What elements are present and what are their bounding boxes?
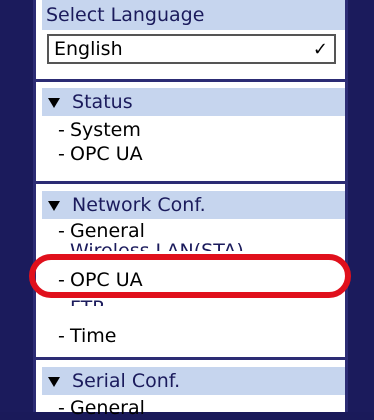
group-separator	[36, 357, 345, 360]
language-header: Select Language	[42, 0, 345, 30]
group-title-serial[interactable]: Serial Conf.	[42, 367, 345, 395]
language-selected-value: English	[54, 38, 123, 60]
sidebar-item-serial-general[interactable]: - General	[58, 396, 145, 420]
triangle-down-icon	[48, 97, 60, 108]
sidebar-panel: Select Language English ✓ Status - System…	[33, 0, 348, 419]
sidebar-item-time[interactable]: - Time	[58, 324, 117, 348]
chevron-down-icon: ✓	[312, 39, 328, 60]
triangle-down-icon	[48, 376, 60, 387]
highlight-ring	[29, 254, 351, 298]
group-title-status[interactable]: Status	[42, 88, 345, 116]
group-title-label: Network Conf.	[72, 194, 206, 216]
group-title-network[interactable]: Network Conf.	[42, 191, 345, 219]
left-frame	[0, 0, 33, 412]
language-select[interactable]: English ✓	[47, 34, 336, 64]
triangle-down-icon	[48, 200, 60, 211]
sidebar-item-wireless-lan[interactable]: - Wireless LAN(STA)	[58, 239, 244, 251]
sidebar-item-status-opc-ua[interactable]: - OPC UA	[58, 142, 143, 166]
right-frame	[348, 0, 374, 412]
group-separator	[36, 79, 345, 82]
group-title-label: Serial Conf.	[72, 370, 181, 392]
group-title-label: Status	[72, 91, 133, 113]
group-separator	[36, 181, 345, 184]
sidebar-item-system[interactable]: - System	[58, 118, 141, 142]
